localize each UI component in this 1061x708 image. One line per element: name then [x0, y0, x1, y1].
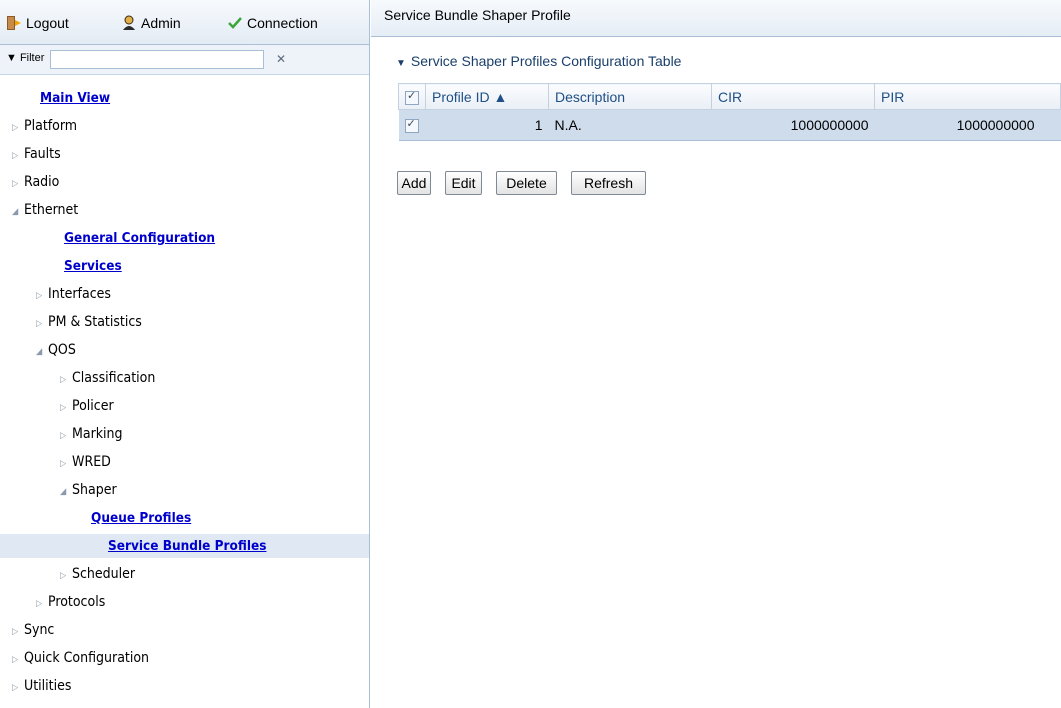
checkmark-icon [228, 17, 242, 29]
admin-button[interactable]: Admin [121, 14, 181, 32]
column-header-description[interactable]: Description [548, 83, 712, 110]
tree-item-marking[interactable]: ▷ Marking [0, 422, 123, 446]
tree-item-classification[interactable]: ▷ Classification [0, 366, 155, 390]
row-checkbox[interactable] [404, 117, 419, 134]
expand-arrow-icon: ▷ [60, 403, 67, 413]
tree-item-queue-profiles[interactable]: Queue Profiles [0, 506, 191, 530]
column-header-cir[interactable]: CIR [711, 83, 875, 110]
tree-item-services[interactable]: Services [0, 254, 122, 278]
navigation-panel: Logout Admin Connection ▼ Filter ✕ Main … [0, 0, 370, 708]
filter-input[interactable] [50, 50, 264, 69]
select-all-checkbox[interactable] [405, 89, 419, 105]
refresh-button[interactable]: Refresh [571, 171, 646, 195]
expand-arrow-icon: ▷ [60, 571, 67, 581]
expand-arrow-icon: ▷ [12, 179, 19, 189]
tree-item-protocols[interactable]: ▷ Protocols [0, 590, 105, 614]
add-button[interactable]: Add [397, 171, 431, 195]
tree-item-quick-configuration[interactable]: ▷ Quick Configuration [0, 646, 149, 670]
tree-item-policer[interactable]: ▷ Policer [0, 394, 114, 418]
expand-arrow-icon: ▷ [12, 151, 19, 161]
connection-button[interactable]: Connection [227, 14, 318, 32]
logout-label: Logout [26, 15, 69, 31]
tree-item-utilities[interactable]: ▷ Utilities [0, 674, 71, 698]
tree-item-qos[interactable]: ◢ QOS [0, 338, 76, 362]
logout-icon [7, 16, 21, 30]
column-header-profile-id[interactable]: Profile ID ▲ [425, 83, 549, 110]
expand-arrow-icon: ▷ [36, 291, 43, 301]
tree-item-radio[interactable]: ▷ Radio [0, 170, 59, 194]
main-view-link[interactable]: Main View [40, 90, 110, 106]
collapse-arrow-icon: ◢ [12, 207, 19, 217]
connection-label: Connection [247, 15, 318, 31]
expand-arrow-icon: ▷ [36, 599, 43, 609]
expand-arrow-icon: ▷ [36, 319, 43, 329]
tree-item-wred[interactable]: ▷ WRED [0, 450, 111, 474]
collapse-triangle-icon: ▼ [396, 58, 406, 69]
user-icon [123, 15, 135, 30]
session-toolbar: Logout Admin Connection [0, 0, 369, 45]
expand-arrow-icon: ▷ [12, 123, 19, 133]
admin-label: Admin [141, 15, 181, 31]
table-row[interactable]: 1 N.A. 1000000000 1000000000 [398, 109, 1061, 141]
shaper-profiles-table: Profile ID ▲ Description CIR PIR 1 N.A. … [398, 83, 1061, 141]
collapse-arrow-icon: ◢ [36, 347, 43, 357]
row-select-cell[interactable] [398, 109, 426, 141]
collapse-arrow-icon: ◢ [60, 487, 67, 497]
profile-id-cell: 1 [425, 109, 549, 141]
filter-toggle[interactable]: ▼ Filter [6, 52, 44, 64]
cir-cell: 1000000000 [711, 109, 875, 141]
content-panel: Service Bundle Shaper Profile ▼ Service S… [371, 0, 1061, 708]
tree-item-service-bundle-profiles[interactable]: Service Bundle Profiles [0, 534, 369, 558]
page-title: Service Bundle Shaper Profile [371, 0, 1061, 37]
expand-arrow-icon: ▷ [12, 627, 19, 637]
select-all-header[interactable] [398, 83, 426, 110]
tree-item-scheduler[interactable]: ▷ Scheduler [0, 562, 135, 586]
table-header-row: Profile ID ▲ Description CIR PIR [398, 83, 1061, 110]
description-cell: N.A. [548, 109, 712, 141]
filter-bar: ▼ Filter ✕ [0, 45, 369, 75]
tree-item-interfaces[interactable]: ▷ Interfaces [0, 282, 111, 306]
tree-item-faults[interactable]: ▷ Faults [0, 142, 61, 166]
tree-item-pm-statistics[interactable]: ▷ PM & Statistics [0, 310, 142, 334]
expand-arrow-icon: ▷ [60, 459, 67, 469]
expand-arrow-icon: ▷ [12, 683, 19, 693]
expand-arrow-icon: ▷ [60, 431, 67, 441]
column-header-pir[interactable]: PIR [874, 83, 1061, 110]
logout-button[interactable]: Logout [6, 14, 69, 32]
tree-item-ethernet[interactable]: ◢ Ethernet [0, 198, 78, 222]
pir-cell: 1000000000 [874, 109, 1061, 141]
edit-button[interactable]: Edit [445, 171, 482, 195]
expand-arrow-icon: ▷ [12, 655, 19, 665]
tree-item-shaper[interactable]: ◢ Shaper [0, 478, 117, 502]
delete-button[interactable]: Delete [496, 171, 557, 195]
tree-item-main-view[interactable]: Main View [0, 86, 369, 110]
section-header[interactable]: ▼ Service Shaper Profiles Configuration T… [396, 53, 681, 69]
section-title: Service Shaper Profiles Configuration Ta… [410, 53, 682, 69]
tree-item-platform[interactable]: ▷ Platform [0, 114, 77, 138]
clear-filter-icon[interactable]: ✕ [270, 50, 292, 69]
tree-item-sync[interactable]: ▷ Sync [0, 618, 54, 642]
expand-arrow-icon: ▷ [60, 375, 67, 385]
tree-item-general-configuration[interactable]: General Configuration [0, 226, 215, 250]
